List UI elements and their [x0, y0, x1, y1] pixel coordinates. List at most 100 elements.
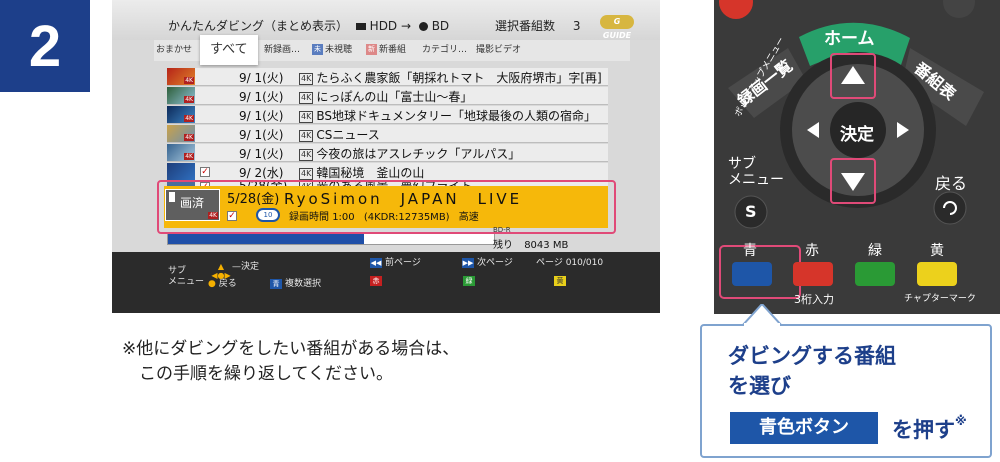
list-item[interactable]: 4K 9/ 1(火) 4K CSニュース [167, 125, 608, 143]
disc-icon [418, 22, 428, 31]
filter-tab-new-program[interactable]: 新新番組 [366, 40, 406, 61]
blue-button-label: 青色ボタン [730, 412, 878, 444]
prev-page-icon: ◀◀ [370, 258, 382, 268]
new-program-icon: 新 [366, 44, 377, 55]
4k-mark: 4K [299, 148, 314, 161]
s-key-label: S [745, 202, 757, 221]
yellow-button [917, 262, 957, 286]
4k-badge: 4K [184, 153, 194, 160]
blue-button [732, 262, 772, 286]
program-thumbnail: 4K [167, 87, 195, 104]
filter-tab-omakase[interactable]: おまかせ [156, 40, 192, 61]
program-title: 4K 韓国秘境 釜山の山 [299, 164, 424, 181]
4k-mark: 4K [299, 91, 314, 104]
program-title-text: たらふく農家飯「朝採れトマト 大阪府堺市」字[再] [316, 71, 602, 85]
program-title: 4K たらふく農家飯「朝採れトマト 大阪府堺市」字[再] [299, 69, 602, 86]
4k-mark: 4K [299, 129, 314, 142]
red-label: 赤 [805, 243, 819, 259]
filter-label: 未視聴 [325, 45, 353, 55]
footer-page: ページ 010/010 [536, 255, 603, 268]
program-title-text: CSニュース [316, 128, 380, 142]
back-dot-icon: ● [208, 279, 216, 289]
decide-label: 決定 [241, 262, 260, 272]
4k-badge: 4K [184, 96, 194, 103]
program-title-text: にっぽんの山「富士山〜春」 [316, 90, 473, 104]
program-title-text: 今夜の旅はアスレチック「アルパス」 [316, 147, 521, 161]
program-title: 4K にっぽんの山「富士山〜春」 [299, 88, 472, 105]
multi-select-label: 複数選択 [285, 279, 322, 289]
red-key-icon: 赤 [370, 276, 382, 286]
prev-page-label: 前ページ [385, 258, 421, 268]
4k-mark: 4K [299, 72, 314, 85]
footer-back: ● 戻る [208, 276, 237, 289]
program-date: 9/ 2(水) [239, 166, 284, 180]
home-label: ホーム [824, 29, 875, 49]
row-checkbox[interactable]: ✓ [200, 167, 210, 177]
page-label: ページ [536, 258, 563, 268]
filter-tabs: おまかせ すべて 新録画… 未未視聴 新新番組 カテゴリ… 撮影ビデオ [154, 35, 630, 65]
dst-label: BD [431, 19, 450, 33]
filter-label: 新録画… [264, 45, 301, 55]
program-date: 9/ 1(火) [239, 109, 284, 123]
screen-title: かんたんダビング（まとめ表示） HDD → BD [168, 17, 449, 34]
program-date: 9/ 1(火) [239, 90, 284, 104]
selection-highlight [157, 180, 616, 234]
instruction-callout: ダビングする番組 を選び 青色ボタン を押す※ [700, 304, 992, 458]
yellow-label: 黄 [930, 243, 944, 259]
program-title-text: 韓国秘境 釜山の山 [316, 166, 425, 180]
screen-footer: サブ メニュー ▲ ◀●▶ —決定 ● 戻る 青複数選択 ◀◀ 前ページ ▶▶ 次ペー… [112, 252, 660, 313]
program-thumbnail: 4K [167, 68, 195, 85]
filter-tab-unwatched[interactable]: 未未視聴 [312, 40, 352, 61]
selected-count-label: 選択番組数 [495, 19, 556, 33]
4k-badge: 4K [184, 134, 194, 141]
next-page-icon: ▶▶ [462, 258, 474, 268]
unwatched-icon: 未 [312, 44, 323, 55]
filter-tab-all[interactable]: すべて [200, 35, 258, 65]
selected-count-value: 3 [572, 19, 581, 33]
footer-decide: —決定 [232, 262, 260, 272]
chapter-mark-label: チャプターマーク [904, 294, 976, 304]
screen-title-text: かんたんダビング（まとめ表示） [168, 19, 349, 33]
program-title: 4K CSニュース [299, 126, 380, 143]
callout-push: を押す※ [892, 414, 967, 444]
note-line-2: この手順を繰り返してください。 [122, 364, 393, 384]
list-item[interactable]: ✓ 9/ 2(水) 4K 韓国秘境 釜山の山 [167, 163, 608, 181]
list-item[interactable]: 4K 9/ 1(火) 4K たらふく農家飯「朝採れトマト 大阪府堺市」字[再] [167, 68, 608, 86]
filter-tab-new-rec[interactable]: 新録画… [264, 40, 300, 61]
green-key-icon: 緑 [463, 276, 475, 286]
list-item[interactable]: 4K 9/ 1(火) 4K BS地球ドキュメンタリー「地球最後の人類の宿命」 [167, 106, 608, 124]
list-item[interactable]: 4K 9/ 1(火) 4K 今夜の旅はアスレチック「アルパス」 [167, 144, 608, 162]
page-value: 010/010 [565, 258, 604, 268]
4k-mark: 4K [299, 110, 314, 123]
callout-line-1: ダビングする番組 [728, 344, 896, 368]
hdd-icon [355, 23, 366, 30]
callout-line-2: を選び [728, 374, 791, 398]
enter-label: 決定 [840, 125, 874, 145]
blue-label: 青 [743, 243, 757, 259]
push-text: を押す [892, 418, 955, 442]
filter-tab-category[interactable]: カテゴリ… [422, 40, 467, 61]
list-item[interactable]: 4K 9/ 1(火) 4K にっぽんの山「富士山〜春」 [167, 87, 608, 105]
callout-pointer [742, 304, 782, 326]
filter-tab-video[interactable]: 撮影ビデオ [476, 40, 521, 61]
push-mark: ※ [955, 414, 967, 428]
program-thumbnail: 4K [167, 106, 195, 123]
src-label: HDD → [369, 19, 412, 33]
yellow-key-icon: 黄 [554, 276, 566, 286]
program-title: 4K BS地球ドキュメンタリー「地球最後の人類の宿命」 [299, 107, 596, 124]
remaining-label: 残り [493, 240, 513, 251]
4k-badge: 4K [184, 115, 194, 122]
4k-badge: 4K [184, 77, 194, 84]
footer-multi-select: 青複数選択 [270, 276, 321, 289]
screen-header: かんたんダビング（まとめ表示） HDD → BD 選択番組数 3 G GUIDE [112, 0, 660, 40]
remote-control: ホーム 録画一覧 番組表 ポップアップメニュー 決定 サブ メニュー S 戻る … [714, 0, 1000, 314]
note-text: ※他にダビングをしたい番組がある場合は、 この手順を繰り返してください。 [122, 337, 459, 387]
next-page-label: 次ページ [477, 258, 513, 268]
back-label: 戻る [218, 279, 237, 289]
tv-screen: かんたんダビング（まとめ表示） HDD → BD 選択番組数 3 G GUIDE… [112, 0, 660, 313]
program-title: 4K 今夜の旅はアスレチック「アルパス」 [299, 145, 520, 162]
footer-submenu: サブ メニュー [168, 266, 205, 287]
footer-prev-page: ◀◀ 前ページ [370, 255, 421, 268]
remaining-space: 残り 8043 MB [493, 236, 568, 251]
back-label: 戻る [935, 174, 968, 193]
